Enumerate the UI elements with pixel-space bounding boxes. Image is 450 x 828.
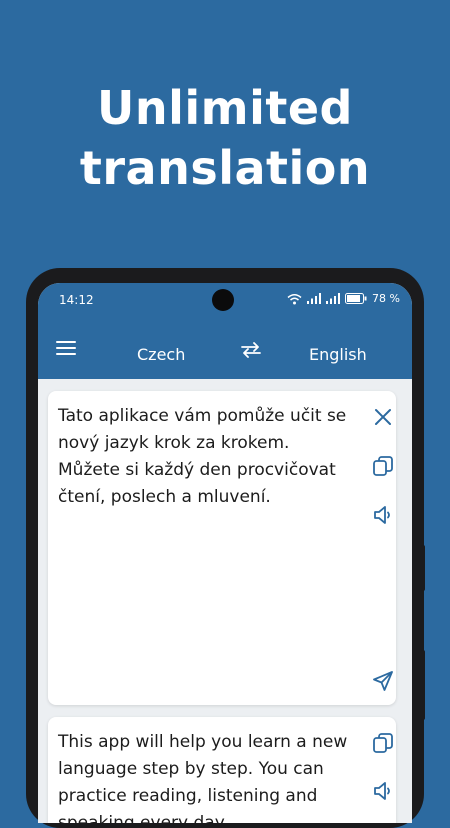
signal-icon [307, 293, 322, 304]
phone-screen: 14:12 78 % Czech English Tato aplikace v… [38, 283, 412, 823]
translation-text: This app will help you learn a new langu… [58, 732, 348, 823]
source-text-input[interactable]: Tato aplikace vám pomůže učit se nový ja… [58, 403, 348, 511]
status-icons: 78 % [287, 292, 400, 305]
source-language-selector[interactable]: Czech [137, 345, 185, 364]
speaker-icon[interactable] [371, 779, 395, 803]
copy-icon[interactable] [371, 454, 395, 478]
battery-percent: 78 % [372, 292, 400, 305]
speaker-icon[interactable] [371, 503, 395, 527]
copy-icon[interactable] [371, 731, 395, 755]
status-bar: 14:12 78 % [38, 283, 412, 317]
signal-icon [326, 293, 341, 304]
hamburger-menu-icon[interactable] [56, 341, 76, 355]
wifi-icon [287, 293, 302, 304]
headline-line-1: Unlimited [97, 81, 353, 135]
status-time: 14:12 [59, 293, 94, 307]
phone-side-button [421, 545, 425, 591]
app-bar: Czech English [38, 317, 412, 379]
battery-icon [345, 293, 367, 304]
swap-arrows-icon[interactable] [240, 341, 262, 359]
headline-line-2: translation [79, 141, 371, 195]
front-camera [212, 289, 234, 311]
target-language-selector[interactable]: English [309, 345, 367, 364]
source-text-card: Tato aplikace vám pomůže učit se nový ja… [48, 391, 396, 705]
headline: Unlimited translation [0, 78, 450, 198]
translation-result-card: This app will help you learn a new langu… [48, 717, 396, 823]
send-icon[interactable] [371, 669, 395, 693]
close-icon[interactable] [371, 405, 395, 429]
phone-side-button [421, 650, 425, 720]
